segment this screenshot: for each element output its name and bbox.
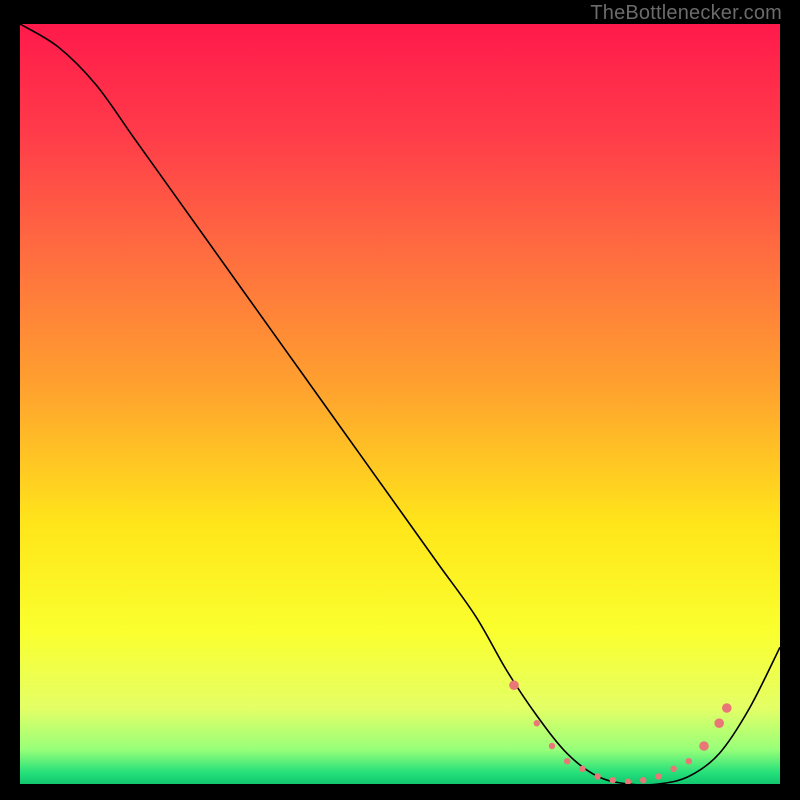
bottleneck-chart	[20, 24, 780, 784]
highlight-dot	[699, 741, 709, 751]
highlight-dot	[670, 766, 676, 772]
highlight-dot	[655, 773, 661, 779]
highlight-dot	[509, 680, 519, 690]
highlight-dot	[722, 703, 732, 713]
highlight-dot	[640, 777, 646, 783]
plot-area	[20, 24, 780, 784]
highlight-dot	[549, 743, 555, 749]
highlight-dot	[686, 758, 692, 764]
chart-frame: TheBottlenecker.com	[0, 0, 800, 800]
highlight-dot	[564, 758, 570, 764]
highlight-dot	[610, 777, 616, 783]
highlight-dot	[579, 766, 585, 772]
highlight-dot	[594, 773, 600, 779]
highlight-dot	[534, 720, 540, 726]
attribution-label: TheBottlenecker.com	[590, 2, 782, 25]
highlight-dot	[714, 718, 724, 728]
